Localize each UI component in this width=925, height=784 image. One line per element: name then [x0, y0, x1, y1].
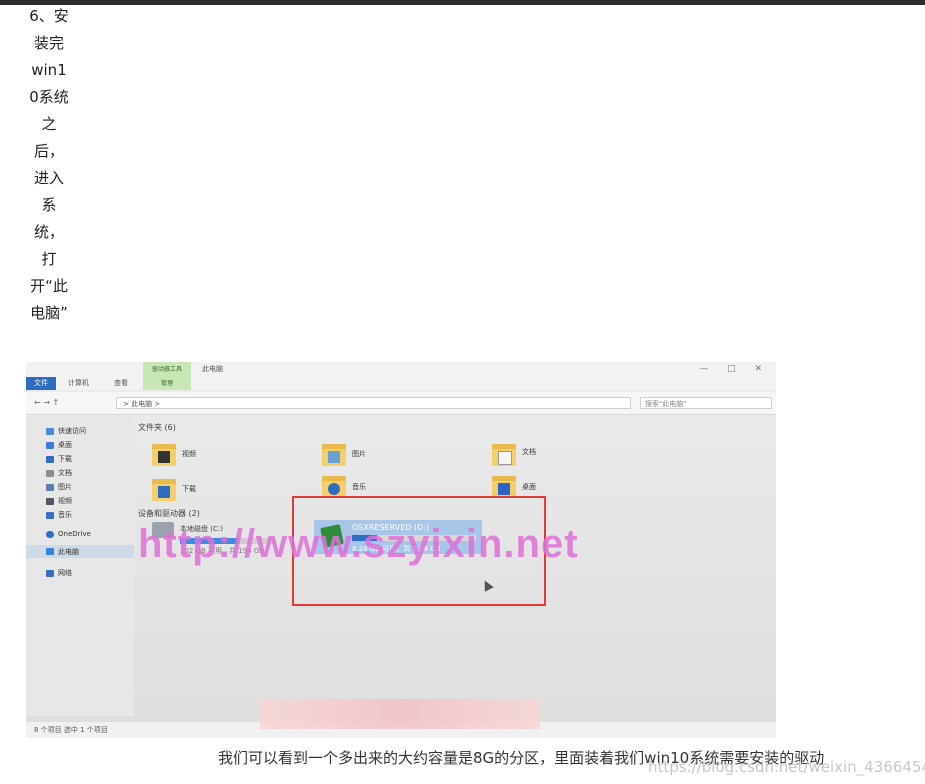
address-bar: ← → ↑ > 此电脑 > 搜索"此电脑" — [26, 392, 776, 415]
sidebar-item-label: 文档 — [58, 469, 72, 477]
sidebar-item-label: 快速访问 — [58, 427, 86, 435]
tab-computer[interactable]: 计算机 — [68, 378, 89, 388]
step-line: 系 — [41, 196, 57, 214]
folder-pictures-icon[interactable] — [322, 442, 346, 466]
tab-view[interactable]: 查看 — [114, 378, 128, 388]
folder-label[interactable]: 文档 — [522, 447, 536, 457]
window-title: 此电脑 — [202, 365, 223, 373]
folder-documents-icon[interactable] — [492, 442, 516, 466]
sidebar-item-label: 下载 — [58, 455, 72, 463]
folder-label[interactable]: 视频 — [182, 449, 196, 459]
tab-manage[interactable]: 管理 — [143, 378, 191, 387]
drive-tools-label: 驱动器工具 — [151, 366, 182, 373]
folder-label[interactable]: 下载 — [182, 484, 196, 494]
search-input[interactable]: 搜索"此电脑" — [640, 397, 772, 409]
folder-music-icon[interactable] — [322, 474, 346, 498]
folder-label[interactable]: 图片 — [352, 449, 366, 459]
step-line: 6、安 — [29, 7, 69, 25]
sidebar-item-videos[interactable]: 视频 — [46, 496, 72, 506]
window-controls[interactable]: — □ ✕ — [699, 364, 770, 374]
folder-videos-icon[interactable] — [152, 442, 176, 466]
folder-desktop-icon[interactable] — [492, 474, 516, 498]
sidebar-item-quick-access[interactable]: 快速访问 — [46, 426, 86, 436]
folders-group-header[interactable]: 文件夹 (6) — [138, 422, 176, 433]
site-watermark: https://blog.csdn.net/weixin_43664541 — [648, 758, 925, 776]
step-line: 装完 — [33, 34, 64, 52]
ribbon: 文件 计算机 查看 驱动器工具 管理 此电脑 — □ ✕ — [26, 362, 776, 390]
step-line: 统， — [33, 223, 64, 241]
sidebar-item-label: 此电脑 — [58, 547, 79, 556]
step-line: win1 — [31, 61, 67, 79]
path-input[interactable]: > 此电脑 > — [116, 397, 631, 409]
folder-label[interactable]: 桌面 — [522, 482, 536, 492]
screenshot-photo: 文件 计算机 查看 驱动器工具 管理 此电脑 — □ ✕ ← → ↑ > 此电脑… — [26, 362, 776, 738]
network-icon — [46, 569, 54, 577]
download-icon — [46, 455, 54, 463]
cloud-icon — [46, 530, 54, 538]
sidebar-item-label: 视频 — [58, 497, 72, 505]
sidebar-item-pictures[interactable]: 图片 — [46, 482, 72, 492]
folder-label[interactable]: 音乐 — [352, 482, 366, 492]
document-icon — [46, 469, 54, 477]
sidebar-item-desktop[interactable]: 桌面 — [46, 440, 72, 450]
step-line: 打 — [41, 250, 57, 268]
step-line: 后， — [33, 142, 64, 160]
watermark-text: http://www.szyixin.net — [138, 522, 579, 566]
sidebar-item-label: 网络 — [58, 569, 72, 577]
sidebar-item-label: OneDrive — [58, 530, 91, 538]
blurred-region — [260, 699, 540, 729]
sidebar-item-label: 桌面 — [58, 441, 72, 449]
top-bar — [0, 0, 925, 5]
star-icon — [46, 427, 54, 435]
nav-buttons[interactable]: ← → ↑ — [34, 398, 59, 407]
drive-tools-group: 驱动器工具 管理 — [143, 362, 191, 390]
step-line: 电脑” — [30, 304, 68, 322]
sidebar-item-onedrive[interactable]: OneDrive — [46, 530, 91, 538]
step-line: 0系统 — [29, 88, 69, 106]
folder-downloads-icon[interactable] — [152, 477, 176, 501]
sidebar-item-label: 音乐 — [58, 511, 72, 519]
file-tab[interactable]: 文件 — [26, 377, 56, 390]
desktop-icon — [46, 441, 54, 449]
video-icon — [46, 497, 54, 505]
sidebar-item-label: 图片 — [58, 483, 72, 491]
sidebar-item-this-pc[interactable]: 此电脑 — [26, 545, 134, 558]
picture-icon — [46, 483, 54, 491]
sidebar-item-music[interactable]: 音乐 — [46, 510, 72, 520]
step-text: 6、安 装完 win1 0系统 之 后， 进入 系 统， 打 开“此 电脑” — [26, 8, 72, 332]
computer-icon — [46, 548, 54, 555]
navigation-pane: 快速访问 桌面 下载 文档 图片 视频 音乐 OneDrive 此电脑 网络 — [26, 416, 134, 716]
step-line: 进入 — [33, 169, 64, 187]
step-line: 之 — [41, 115, 57, 133]
devices-group-header[interactable]: 设备和驱动器 (2) — [138, 508, 200, 519]
sidebar-item-documents[interactable]: 文档 — [46, 468, 72, 478]
music-icon — [46, 511, 54, 519]
sidebar-item-downloads[interactable]: 下载 — [46, 454, 72, 464]
sidebar-item-network[interactable]: 网络 — [46, 568, 72, 578]
step-line: 开“此 — [30, 277, 68, 295]
